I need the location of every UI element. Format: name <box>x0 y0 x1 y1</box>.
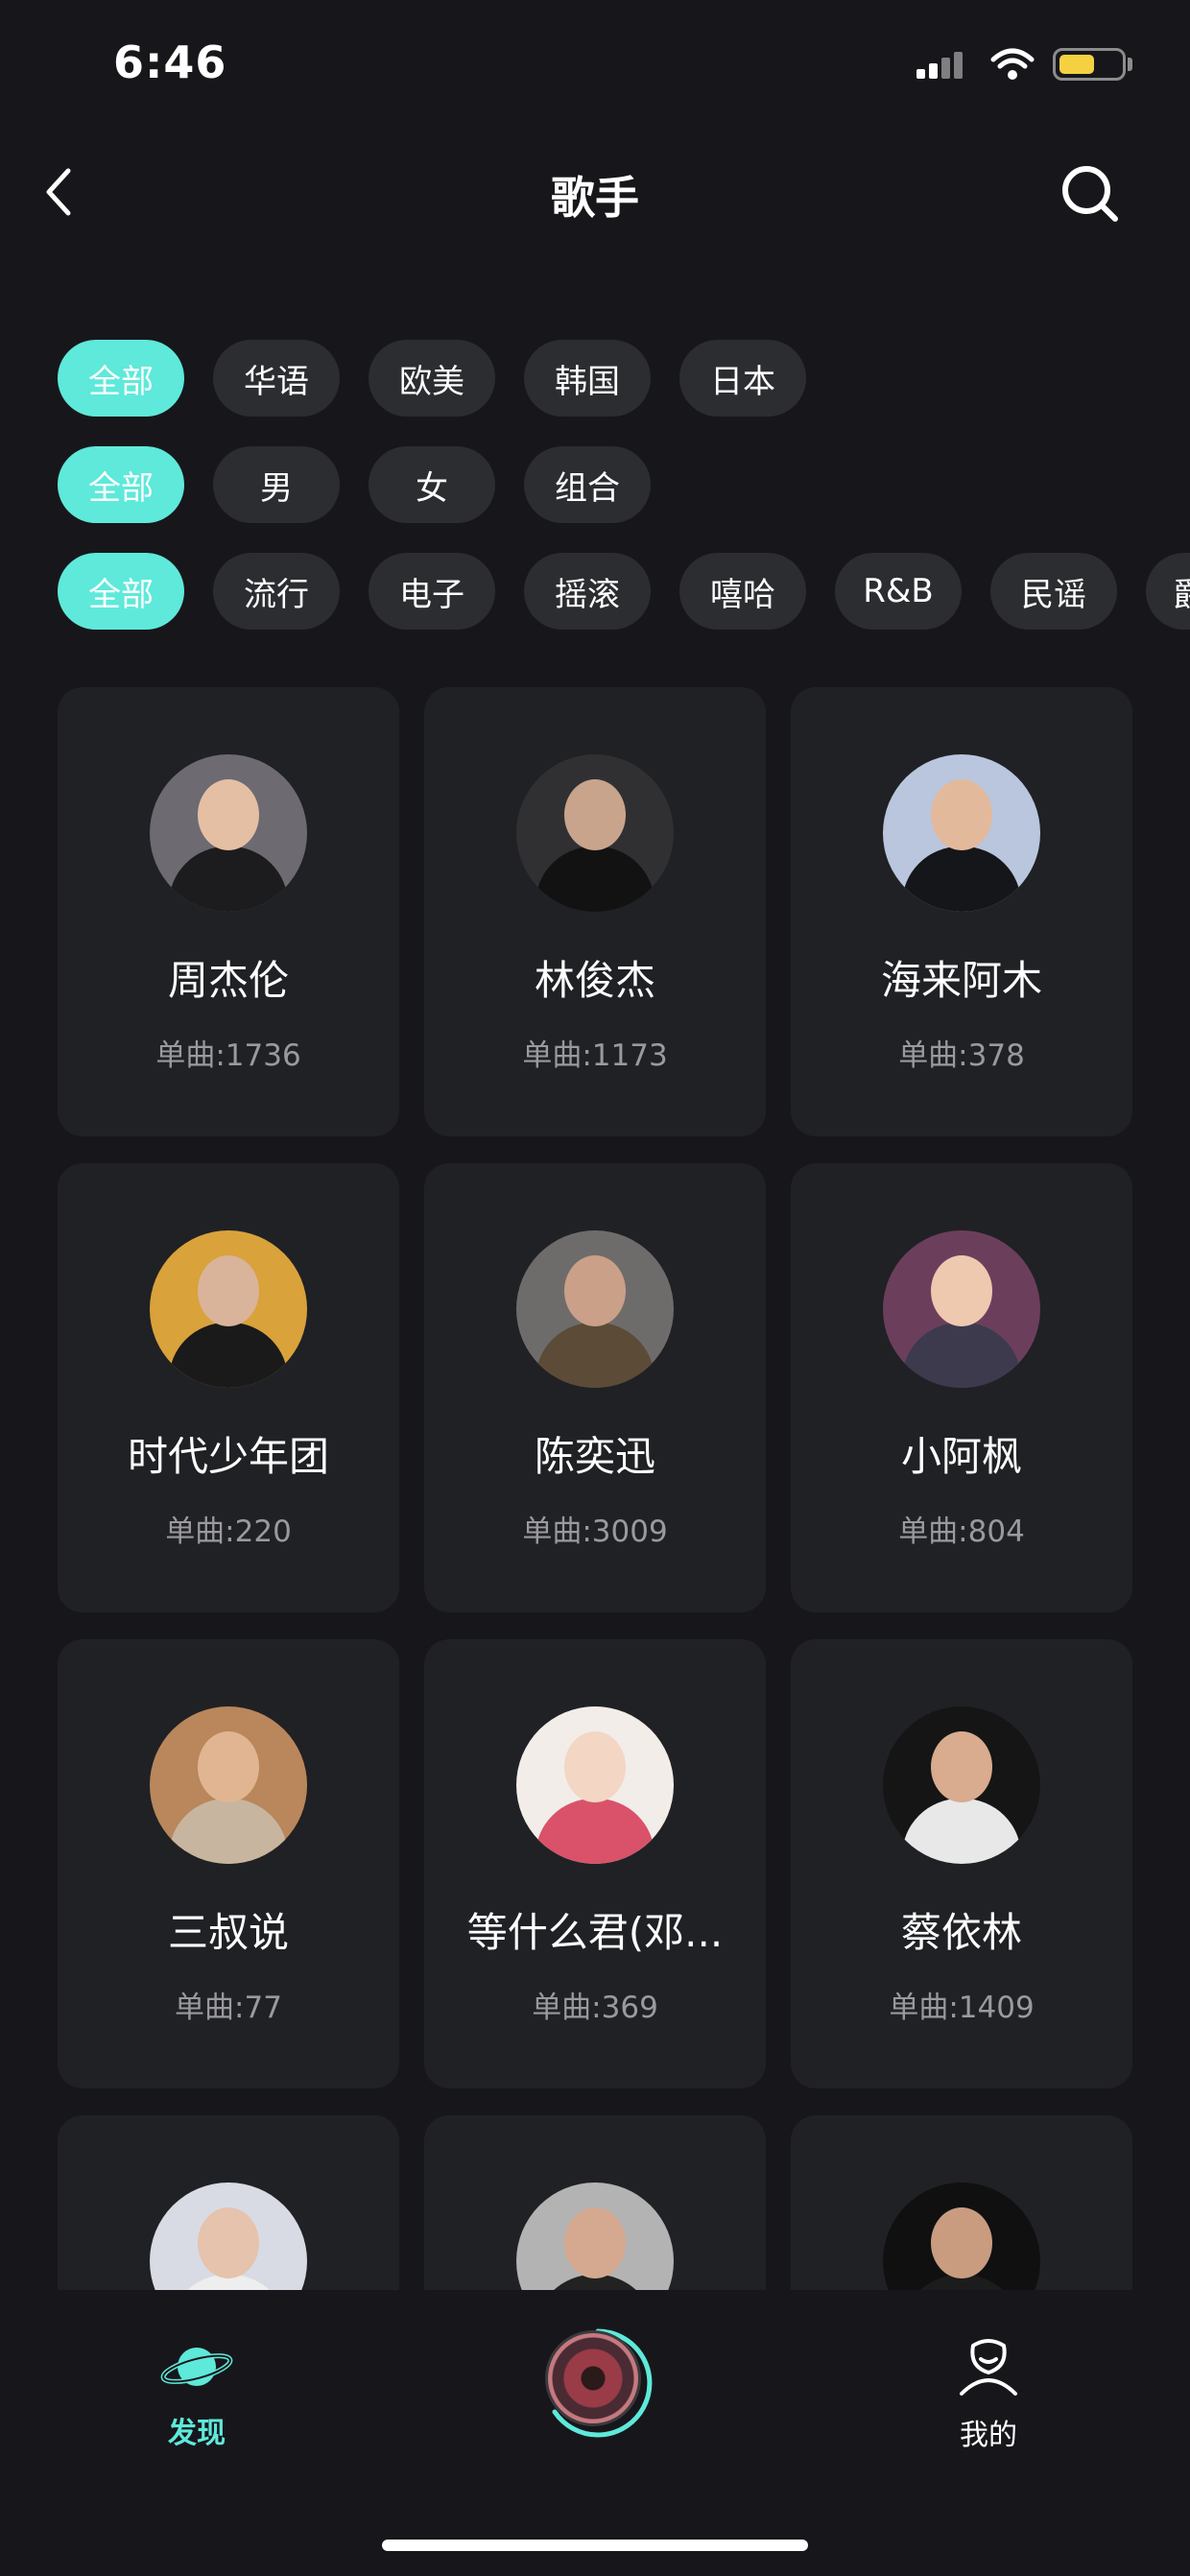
artist-name: 陈奕迅 <box>534 1433 655 1480</box>
artist-card[interactable]: 蔡依林 单曲:1409 <box>791 1639 1132 2088</box>
header: 歌手 <box>0 144 1190 240</box>
song-count: 单曲:378 <box>898 1038 1025 1073</box>
filter-region-chinese[interactable]: 华语 <box>213 340 340 417</box>
album-cover-disc <box>545 2330 641 2426</box>
filter-genre-jazz[interactable]: 爵 <box>1146 553 1190 630</box>
artist-card[interactable]: 三叔说 单曲:77 <box>58 1639 399 2088</box>
artist-avatar <box>150 2182 307 2290</box>
song-count: 单曲:369 <box>532 1991 658 2025</box>
artist-avatar <box>150 1706 307 1864</box>
bottom-nav: 发现 我的 <box>0 2290 1190 2576</box>
artist-avatar <box>883 754 1040 912</box>
artist-card[interactable] <box>424 2115 766 2290</box>
artist-grid: 周杰伦 单曲:1736 林俊杰 单曲:1173 海来阿木 单曲:378 时代少年… <box>58 687 1132 2290</box>
song-count: 单曲:1173 <box>522 1038 668 1073</box>
artist-name: 三叔说 <box>167 1909 289 1956</box>
filter-region-all[interactable]: 全部 <box>58 340 184 417</box>
filter-region-korea[interactable]: 韩国 <box>524 340 651 417</box>
filter-genre-all[interactable]: 全部 <box>58 553 184 630</box>
filter-gender-female[interactable]: 女 <box>369 446 495 523</box>
artist-name: 海来阿木 <box>880 957 1042 1004</box>
filter-gender-group[interactable]: 组合 <box>524 446 651 523</box>
now-playing-button[interactable] <box>541 2326 654 2440</box>
artist-avatar <box>883 2182 1040 2290</box>
gender-filter: 全部 男 女 组合 <box>58 446 651 523</box>
artist-card[interactable] <box>791 2115 1132 2290</box>
status-time: 6:46 <box>113 36 227 88</box>
artist-card[interactable]: 林俊杰 单曲:1173 <box>424 687 766 1136</box>
artist-avatar <box>150 754 307 912</box>
song-count: 单曲:220 <box>165 1515 292 1549</box>
artist-name: 等什么君(邓... <box>466 1909 724 1956</box>
artist-avatar <box>883 1230 1040 1388</box>
nav-mine-label: 我的 <box>960 2419 1017 2452</box>
planet-icon <box>160 2348 233 2386</box>
artist-name: 周杰伦 <box>167 957 289 1004</box>
artist-list-page: 6:46 歌手 全部 华语 欧美 韩国 日本 全部 男 女 组合 全部 流行 电… <box>0 0 1190 2576</box>
filter-genre-rnb[interactable]: R&B <box>835 553 962 630</box>
genre-filter: 全部 流行 电子 摇滚 嘻哈 R&B 民谣 爵 <box>58 553 1190 630</box>
artist-card[interactable] <box>58 2115 399 2290</box>
artist-card[interactable]: 小阿枫 单曲:804 <box>791 1163 1132 1612</box>
artist-avatar <box>150 1230 307 1388</box>
status-bar: 6:46 <box>0 0 1190 125</box>
signal-icon <box>916 50 964 79</box>
nav-mine[interactable]: 我的 <box>950 2338 1027 2453</box>
filter-gender-all[interactable]: 全部 <box>58 446 184 523</box>
filter-region-western[interactable]: 欧美 <box>369 340 495 417</box>
user-icon <box>960 2339 1017 2396</box>
region-filter: 全部 华语 欧美 韩国 日本 <box>58 340 806 417</box>
artist-card[interactable]: 陈奕迅 单曲:3009 <box>424 1163 766 1612</box>
nav-discover-label: 发现 <box>168 2417 226 2450</box>
page-title: 歌手 <box>551 172 639 224</box>
filter-genre-rock[interactable]: 摇滚 <box>524 553 651 630</box>
artist-avatar <box>516 754 674 912</box>
filter-region-japan[interactable]: 日本 <box>679 340 806 417</box>
search-button[interactable] <box>1056 159 1123 227</box>
artist-name: 林俊杰 <box>534 957 655 1004</box>
battery-icon <box>1053 48 1126 81</box>
artist-name: 小阿枫 <box>900 1433 1022 1480</box>
search-icon <box>1062 166 1118 222</box>
artist-avatar <box>516 2182 674 2290</box>
artist-card[interactable]: 海来阿木 单曲:378 <box>791 687 1132 1136</box>
artist-name: 蔡依林 <box>900 1909 1022 1956</box>
artist-name: 时代少年团 <box>127 1433 329 1480</box>
filter-genre-folk[interactable]: 民谣 <box>990 553 1117 630</box>
filter-genre-pop[interactable]: 流行 <box>213 553 340 630</box>
artist-avatar <box>883 1706 1040 1864</box>
filter-genre-electronic[interactable]: 电子 <box>369 553 495 630</box>
artist-avatar <box>516 1230 674 1388</box>
filter-genre-hiphop[interactable]: 嘻哈 <box>679 553 806 630</box>
artist-card[interactable]: 等什么君(邓... 单曲:369 <box>424 1639 766 2088</box>
song-count: 单曲:77 <box>175 1991 282 2025</box>
song-count: 单曲:3009 <box>522 1515 668 1549</box>
artist-card[interactable]: 时代少年团 单曲:220 <box>58 1163 399 1612</box>
song-count: 单曲:1409 <box>889 1991 1035 2025</box>
nav-discover[interactable]: 发现 <box>158 2338 235 2451</box>
filter-gender-male[interactable]: 男 <box>213 446 340 523</box>
artist-avatar <box>516 1706 674 1864</box>
artist-card[interactable]: 周杰伦 单曲:1736 <box>58 687 399 1136</box>
battery-cap <box>1128 58 1132 71</box>
song-count: 单曲:1736 <box>155 1038 301 1073</box>
home-indicator <box>382 2540 808 2551</box>
song-count: 单曲:804 <box>898 1515 1025 1549</box>
wifi-icon <box>990 48 1035 80</box>
